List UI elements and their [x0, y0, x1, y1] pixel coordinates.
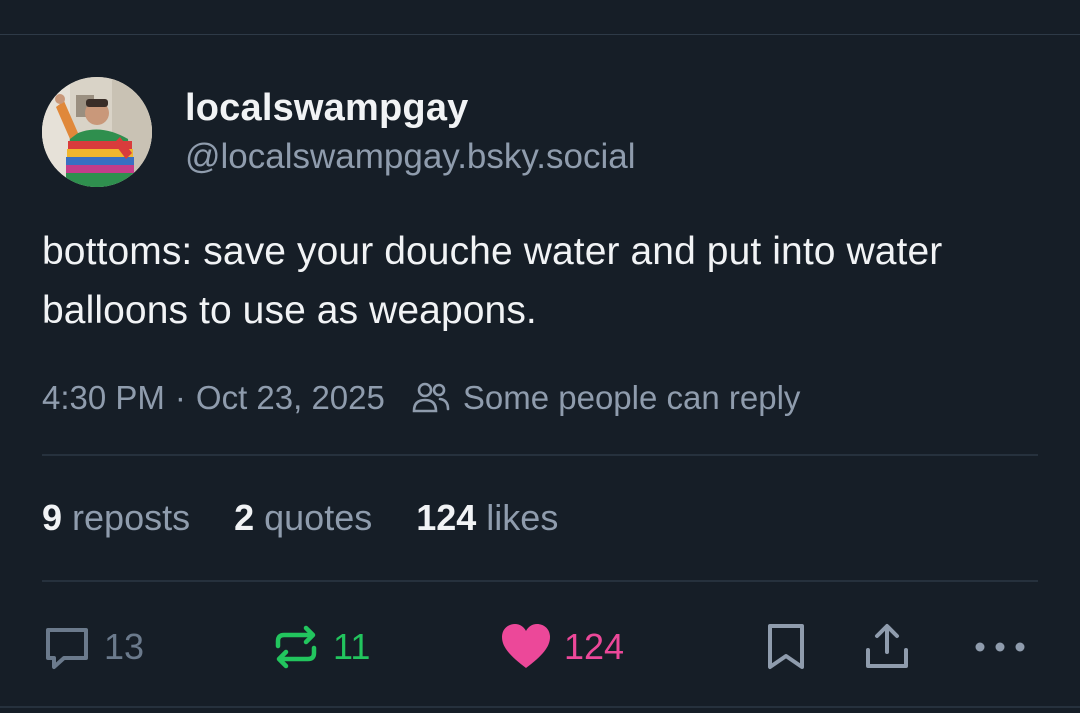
reposts-label: reposts: [72, 497, 191, 538]
quotes-count: 2: [234, 497, 255, 538]
post-date[interactable]: Oct 23, 2025: [196, 379, 385, 417]
meta-separator: ·: [174, 379, 186, 416]
post-time[interactable]: 4:30 PM: [42, 379, 165, 417]
more-options-button[interactable]: [970, 622, 1030, 672]
action-bar: 13 11 124: [42, 582, 1038, 712]
bookmark-button[interactable]: [764, 622, 808, 672]
post: localswampgay @localswampgay.bsky.social…: [42, 35, 1038, 712]
author-info: localswampgay @localswampgay.bsky.social: [185, 85, 636, 179]
quotes-label: quotes: [264, 497, 373, 538]
likes-stat[interactable]: 124 likes: [416, 497, 558, 539]
share-icon: [866, 624, 908, 668]
quotes-stat[interactable]: 2 quotes: [234, 497, 372, 539]
repost-button[interactable]: 11: [271, 622, 370, 672]
avatar[interactable]: [42, 77, 152, 187]
reply-button[interactable]: 13: [42, 622, 144, 672]
share-button[interactable]: [862, 622, 912, 672]
bookmark-icon: [768, 624, 804, 669]
display-name[interactable]: localswampgay: [185, 85, 636, 131]
bottom-border: [0, 706, 1080, 708]
post-text: bottoms: save your douche water and put …: [42, 230, 943, 332]
repost-count: 11: [333, 626, 371, 667]
ellipsis-icon: [975, 642, 1025, 652]
repost-arrows-icon: [275, 625, 317, 669]
like-button[interactable]: 124: [500, 622, 624, 672]
like-count: 124: [564, 626, 625, 667]
heart-icon: [502, 624, 550, 668]
post-meta: 4:30 PM · Oct 23, 2025 Some people can r…: [42, 372, 1038, 424]
people-icon: [411, 378, 451, 418]
likes-label: likes: [486, 497, 559, 538]
author-handle[interactable]: @localswampgay.bsky.social: [185, 135, 636, 179]
reply-restriction[interactable]: Some people can reply: [463, 379, 801, 417]
reply-count: 13: [104, 626, 145, 667]
avatar-photo: [42, 77, 152, 187]
likes-count: 124: [416, 497, 477, 538]
reposts-stat[interactable]: 9 reposts: [42, 497, 190, 539]
reposts-count: 9: [42, 497, 63, 538]
author-row: localswampgay @localswampgay.bsky.social: [42, 77, 1038, 187]
engagement-stats: 9 reposts 2 quotes 124 likes: [42, 456, 1038, 580]
speech-bubble-icon: [46, 628, 88, 669]
